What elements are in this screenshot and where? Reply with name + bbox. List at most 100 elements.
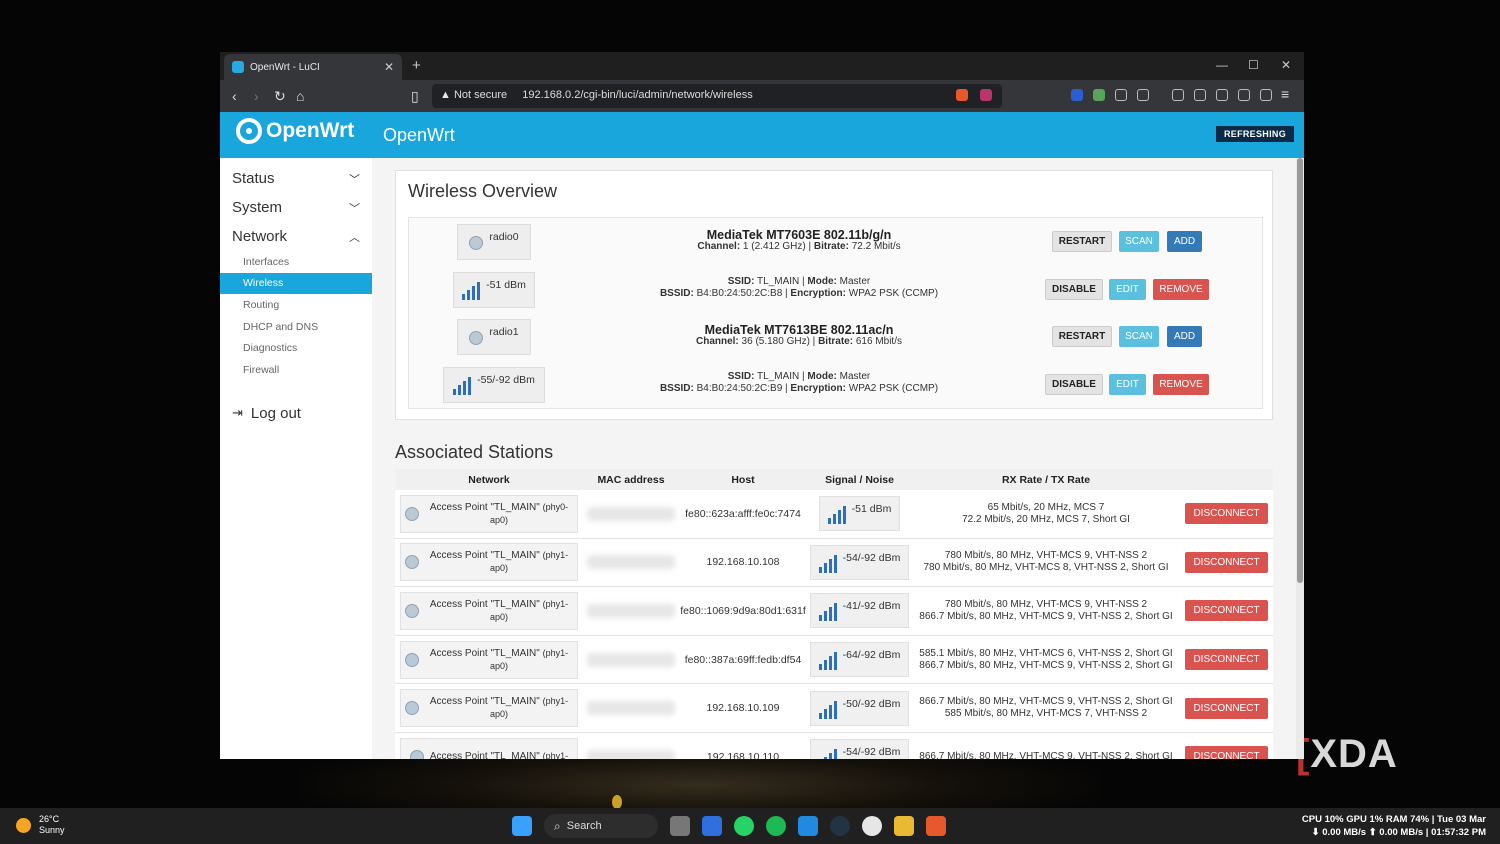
disable-button[interactable]: DISABLE	[1045, 374, 1103, 395]
host-address: 192.168.10.108	[706, 556, 780, 569]
brave-browser-icon[interactable]	[926, 816, 946, 836]
close-tab-icon[interactable]: ✕	[384, 60, 394, 74]
network-name: Access Point "TL_MAIN"	[429, 598, 540, 610]
edit-button[interactable]: EDIT	[1109, 279, 1146, 300]
screenshot-icon[interactable]	[1137, 89, 1149, 101]
sidebar-toggle-icon[interactable]	[1172, 89, 1184, 101]
add-button[interactable]: ADD	[1167, 326, 1202, 347]
app-icon[interactable]	[830, 816, 850, 836]
sidebar-subitem-dhcp-dns[interactable]: DHCP and DNS	[220, 316, 372, 338]
system-stats[interactable]: CPU 10% GPU 1% RAM 74% | Tue 03 Mar ⬇ 0.…	[1302, 813, 1486, 839]
mac-address-redacted	[587, 652, 675, 667]
network-badge: Access Point "TL_MAIN" (phy0-ap0)	[400, 494, 578, 533]
device-channel: Channel: 36 (5.180 GHz) | Bitrate: 616 M…	[695, 336, 902, 347]
tab-bar: OpenWrt - LuCI ✕ + — ☐ ✕	[220, 52, 1304, 80]
whatsapp-icon[interactable]	[734, 816, 754, 836]
rx-rate: 780 Mbit/s, 80 MHz, VHT-MCS 9, VHT-NSS 2	[944, 598, 1148, 610]
url-text[interactable]: 192.168.0.2/cgi-bin/luci/admin/network/w…	[522, 89, 753, 101]
remove-button[interactable]: REMOVE	[1153, 374, 1209, 395]
url-field[interactable]: ▲ Not secure 192.168.0.2/cgi-bin/luci/ad…	[432, 84, 1002, 108]
tx-rate: 866.7 Mbit/s, 80 MHz, VHT-MCS 9, VHT-NSS…	[919, 610, 1173, 622]
disconnect-button[interactable]: DISCONNECT	[1185, 551, 1268, 573]
device-info: MediaTek MT7613BE 802.11ac/n Channel: 36…	[549, 324, 1049, 348]
disconnect-button[interactable]: DISCONNECT	[1185, 746, 1268, 759]
network-name: Access Point "TL_MAIN"	[429, 550, 540, 562]
wallet-icon[interactable]	[1194, 89, 1206, 101]
wifi-device-icon	[405, 701, 419, 716]
add-button[interactable]: ADD	[1167, 231, 1202, 252]
brand-title[interactable]: OpenWrt	[383, 125, 455, 146]
table-row: Access Point "TL_MAIN" (phy1-ap0) 192.168…	[395, 538, 1273, 588]
menu-icon[interactable]: ≡	[1281, 86, 1289, 102]
scan-button[interactable]: SCAN	[1119, 326, 1159, 347]
slack-icon[interactable]	[862, 816, 882, 836]
restart-button[interactable]: RESTART	[1052, 326, 1112, 347]
file-explorer-icon[interactable]	[894, 816, 914, 836]
signal-badge: -50/-92 dBm	[809, 690, 910, 726]
restart-button[interactable]: RESTART	[1052, 231, 1112, 252]
rx-rate: 866.7 Mbit/s, 80 MHz, VHT-MCS 9, VHT-NSS…	[919, 696, 1173, 708]
new-tab-button[interactable]: +	[412, 57, 421, 74]
minimize-icon[interactable]: —	[1216, 58, 1228, 72]
remove-button[interactable]: REMOVE	[1153, 279, 1209, 300]
scan-button[interactable]: SCAN	[1119, 231, 1159, 252]
weather-condition: Sunny	[39, 825, 65, 835]
windows-start-icon[interactable]	[512, 816, 532, 836]
disable-button[interactable]: DISABLE	[1045, 279, 1103, 300]
leo-ai-icon[interactable]	[1216, 89, 1228, 101]
signal-badge: -54/-92 dBm	[809, 739, 910, 759]
sidebar-subitem-routing[interactable]: Routing	[220, 294, 372, 316]
extension-icon[interactable]	[1093, 89, 1105, 101]
sidebar-subitem-firewall[interactable]: Firewall	[220, 359, 372, 381]
signal-bars-icon	[818, 700, 837, 719]
maximize-icon[interactable]: ☐	[1248, 58, 1259, 72]
weather-widget[interactable]: 26°C Sunny	[16, 814, 65, 836]
network-name: Access Point "TL_MAIN"	[429, 501, 540, 513]
task-view-icon[interactable]	[670, 816, 690, 836]
browser-tab[interactable]: OpenWrt - LuCI ✕	[224, 54, 402, 80]
pen-icon[interactable]	[1260, 89, 1272, 101]
spotify-icon[interactable]	[766, 816, 786, 836]
sidebar-subitem-wireless[interactable]: Wireless	[220, 272, 372, 295]
close-window-icon[interactable]: ✕	[1281, 58, 1291, 72]
brave-rewards-icon[interactable]	[980, 89, 992, 101]
sidebar-item-system[interactable]: System ﹀	[220, 193, 372, 222]
bookmark-icon[interactable]: ▯	[411, 88, 419, 105]
network-badge: Access Point "TL_MAIN" (phy1-	[400, 737, 578, 759]
messenger-icon[interactable]	[798, 816, 818, 836]
openwrt-logo[interactable]: OpenWrt	[236, 118, 354, 144]
signal-badge: -51 dBm	[453, 272, 535, 308]
disconnect-button[interactable]: DISCONNECT	[1185, 600, 1268, 622]
page-scrollbar[interactable]	[1296, 158, 1304, 759]
interface-info: SSID: TL_MAIN | Mode: Master BSSID: B4:B…	[659, 276, 939, 299]
not-secure-label[interactable]: Not secure	[454, 89, 507, 101]
host-address: fe80::623a:afff:fe0c:7474	[685, 507, 801, 520]
puzzle-icon[interactable]	[1115, 89, 1127, 101]
scrollbar-thumb[interactable]	[1297, 158, 1303, 583]
disconnect-button[interactable]: DISCONNECT	[1185, 649, 1268, 671]
temperature: 26°C	[39, 814, 60, 824]
edit-button[interactable]: EDIT	[1109, 374, 1146, 395]
sidebar-item-network[interactable]: Network ︿	[220, 222, 372, 251]
logout-link[interactable]: ⇥ Log out	[220, 405, 372, 422]
table-row: Access Point "TL_MAIN" (phy1- 192.168.10.…	[395, 732, 1273, 759]
signal-bars-icon	[818, 554, 837, 573]
wifi-device-icon	[469, 236, 484, 250]
chevron-down-icon: ﹀	[349, 202, 360, 215]
home-icon[interactable]: ⌂	[296, 88, 304, 104]
refreshing-indicator[interactable]: REFRESHING	[1215, 126, 1294, 142]
host-address: 192.168.10.109	[706, 702, 780, 715]
sidebar-item-status[interactable]: Status ﹀	[220, 164, 372, 193]
app-icon[interactable]	[702, 816, 722, 836]
brave-shield-icon[interactable]	[956, 89, 968, 101]
disconnect-button[interactable]: DISCONNECT	[1185, 697, 1268, 719]
taskbar-search[interactable]: ⌕ Search	[544, 814, 658, 838]
disconnect-button[interactable]: DISCONNECT	[1185, 503, 1268, 525]
forward-icon[interactable]: ›	[254, 88, 259, 104]
back-icon[interactable]: ‹	[232, 88, 237, 104]
vpn-icon[interactable]	[1238, 89, 1250, 101]
sidebar-subitem-interfaces[interactable]: Interfaces	[220, 251, 372, 273]
sidebar-subitem-diagnostics[interactable]: Diagnostics	[220, 337, 372, 359]
reload-icon[interactable]: ↻	[274, 88, 286, 105]
bitwarden-icon[interactable]	[1071, 89, 1083, 101]
